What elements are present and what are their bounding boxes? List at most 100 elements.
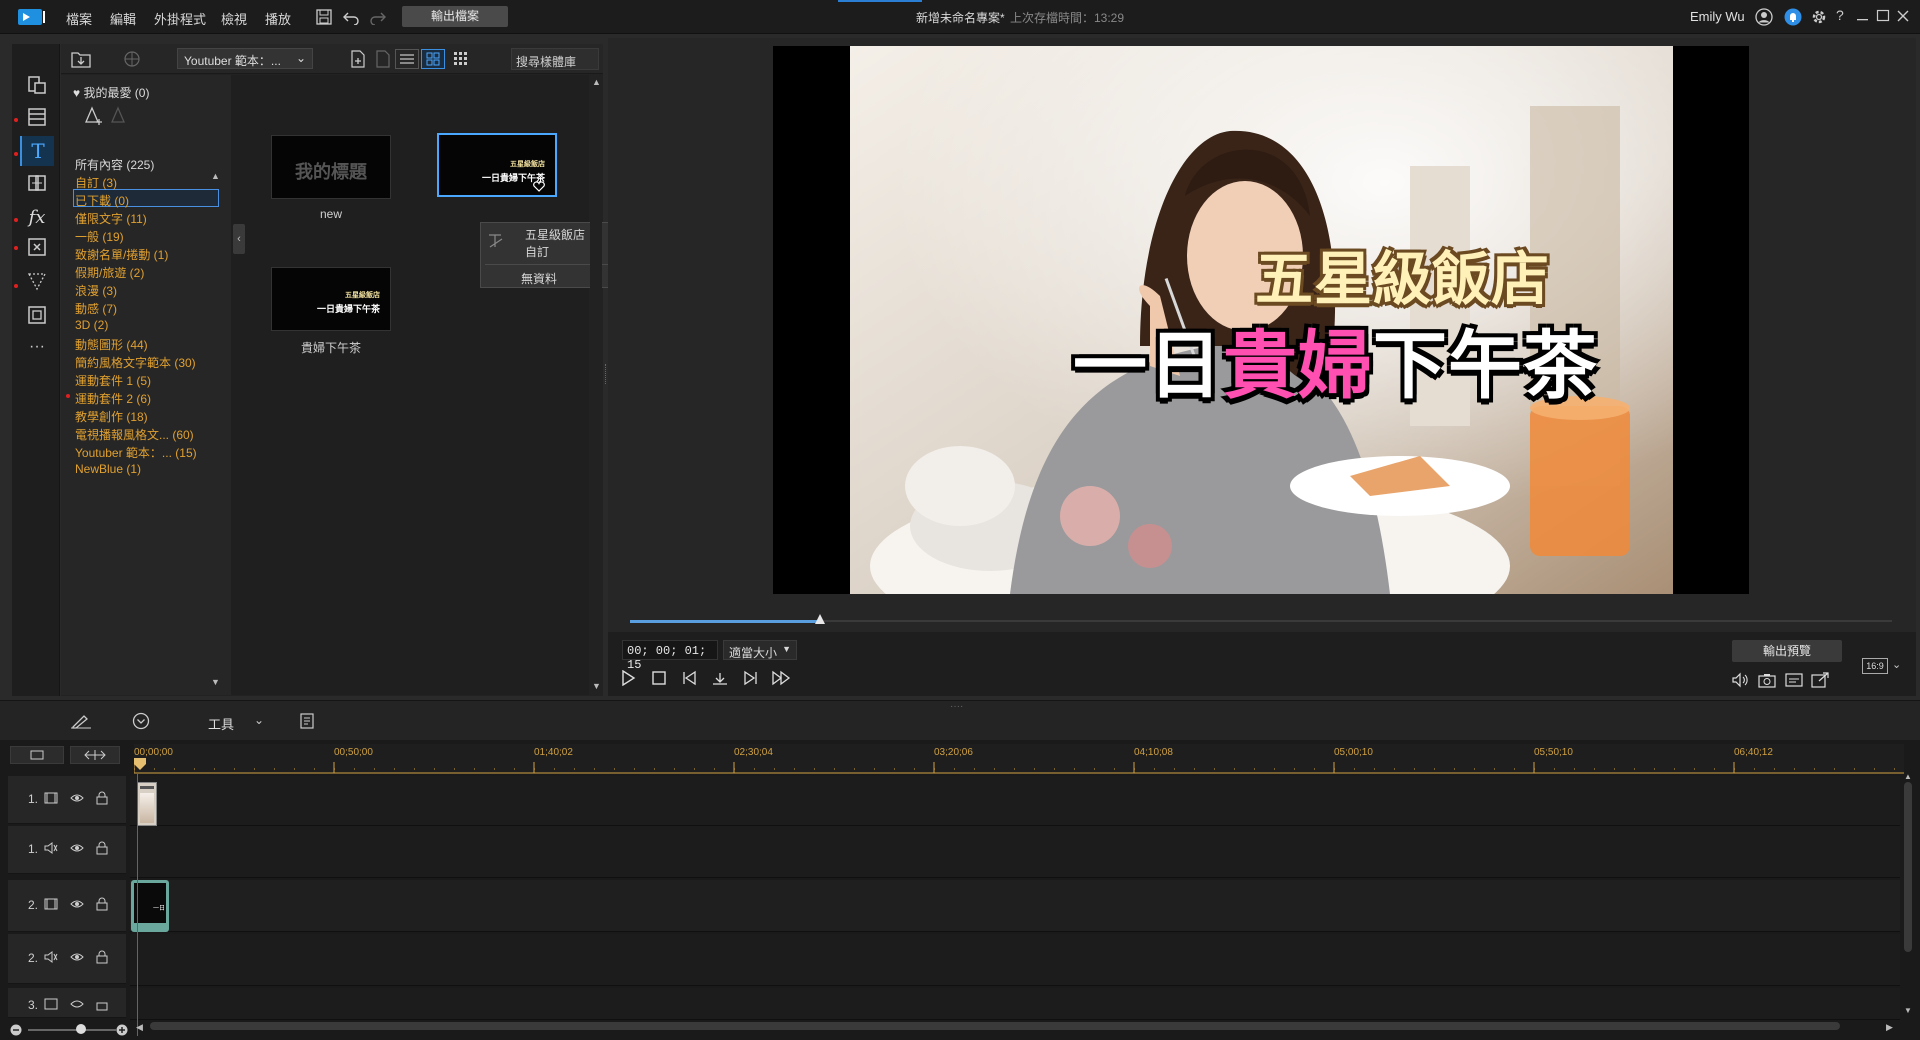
- playhead-marker-icon[interactable]: [134, 758, 146, 770]
- close-icon[interactable]: [1896, 8, 1910, 24]
- edit-title-icon[interactable]: [374, 50, 392, 68]
- zoom-select[interactable]: 適當大小 ▼: [723, 640, 797, 660]
- panel-resize-grip[interactable]: ····: [950, 701, 963, 712]
- snapshot-camera-icon[interactable]: [1758, 672, 1776, 688]
- tree-item-general[interactable]: 一般 (19): [75, 228, 124, 245]
- template-thumb-hotel[interactable]: 五星級飯店 一日貴婦下午茶: [437, 133, 557, 197]
- template-room-icon[interactable]: [20, 102, 54, 132]
- split-icon[interactable]: [711, 670, 729, 686]
- lock-icon[interactable]: [96, 997, 108, 1011]
- zoom-in-icon[interactable]: [116, 1024, 128, 1036]
- subtitle-icon[interactable]: [1785, 672, 1803, 688]
- remove-tag-icon[interactable]: [109, 105, 131, 127]
- timeline-list-icon[interactable]: [298, 712, 316, 730]
- media-room-icon[interactable]: [20, 70, 54, 100]
- import-media-icon[interactable]: [71, 50, 91, 68]
- collapse-tree-button[interactable]: ‹: [233, 224, 245, 254]
- menu-view[interactable]: 檢視: [221, 9, 247, 28]
- edit-pencil-icon[interactable]: [70, 713, 92, 729]
- tree-item-downloaded[interactable]: 已下載 (0): [75, 192, 129, 209]
- visibility-eye-icon[interactable]: [70, 998, 84, 1010]
- tree-scrollbar[interactable]: ▲ ▼: [211, 171, 221, 691]
- volume-icon[interactable]: [1731, 672, 1749, 688]
- panel-splitter[interactable]: [605, 364, 607, 384]
- visibility-eye-icon[interactable]: [70, 792, 84, 804]
- pip-room-icon[interactable]: [20, 232, 54, 262]
- lock-icon[interactable]: [96, 950, 108, 964]
- title-room-icon[interactable]: T: [20, 136, 54, 166]
- redo-icon[interactable]: [370, 9, 386, 25]
- notification-icon[interactable]: [1784, 8, 1802, 26]
- track-row-video-3[interactable]: [130, 988, 1900, 1020]
- aspect-chevron-icon[interactable]: ⌄: [1892, 658, 1901, 671]
- tree-item-3d[interactable]: 3D (2): [75, 318, 108, 332]
- visibility-eye-icon[interactable]: [70, 951, 84, 963]
- template-thumb-new[interactable]: 我的標題: [271, 135, 391, 199]
- timeline-vertical-scrollbar[interactable]: [1904, 782, 1912, 952]
- download-templates-icon[interactable]: [123, 50, 141, 68]
- scroll-down-icon[interactable]: ▼: [1904, 1006, 1912, 1015]
- export-preview-button[interactable]: 輸出預覽: [1732, 640, 1842, 662]
- menu-playback[interactable]: 播放: [265, 9, 291, 28]
- add-title-icon[interactable]: [349, 50, 367, 68]
- favorites-item[interactable]: ♥ 我的最愛 (0): [73, 84, 149, 101]
- transition-room-icon[interactable]: [20, 168, 54, 198]
- tree-item-custom[interactable]: 自訂 (3): [75, 174, 117, 191]
- scroll-left-icon[interactable]: ◀: [136, 1022, 143, 1033]
- stop-icon[interactable]: [651, 670, 667, 686]
- video-clip[interactable]: [137, 782, 157, 826]
- tree-item-text-only[interactable]: 僅限文字 (11): [75, 210, 147, 227]
- overlay-title-line1[interactable]: 五星級飯店: [1255, 232, 1550, 316]
- library-search-input[interactable]: 搜尋樣體庫: [511, 48, 599, 70]
- tree-item-motion-graphics[interactable]: 動態圖形 (44): [75, 336, 148, 353]
- fast-forward-icon[interactable]: [771, 670, 791, 686]
- zoom-slider-handle[interactable]: [76, 1024, 86, 1034]
- scroll-up-icon[interactable]: ▲: [1904, 772, 1912, 781]
- track-row-video-2[interactable]: [130, 880, 1900, 932]
- video-preview[interactable]: 五星級飯店 一日貴婦下午茶: [773, 46, 1749, 594]
- effect-room-icon[interactable]: fx: [20, 202, 54, 232]
- tree-item-newblue[interactable]: NewBlue (1): [75, 462, 141, 476]
- keyframe-circle-icon[interactable]: [132, 712, 150, 730]
- minimize-icon[interactable]: [1856, 8, 1870, 24]
- user-name[interactable]: Emily Wu: [1690, 9, 1745, 24]
- scrub-handle[interactable]: [815, 614, 825, 626]
- category-select[interactable]: Youtuber 範本：... ⌄: [177, 48, 313, 69]
- menu-plugins[interactable]: 外掛程式: [154, 9, 206, 28]
- export-file-button[interactable]: 輸出檔案: [402, 6, 508, 27]
- overlay-title-line2[interactable]: 一日貴婦下午茶: [1073, 306, 1598, 413]
- tree-item-travel[interactable]: 假期/旅遊 (2): [75, 264, 144, 281]
- tree-item-minimal[interactable]: 簡約風格文字範本 (30): [75, 354, 196, 371]
- visibility-eye-icon[interactable]: [70, 898, 84, 910]
- timecode-display[interactable]: 00; 00; 01; 15: [622, 640, 718, 672]
- tree-item-sports-2[interactable]: 運動套件 2 (6): [75, 390, 151, 407]
- lock-icon[interactable]: [96, 791, 108, 805]
- template-thumb-tea[interactable]: 五星級飯店 一日貴婦下午茶: [271, 267, 391, 331]
- track-row-audio-2[interactable]: [130, 934, 1900, 986]
- undock-icon[interactable]: [1811, 672, 1829, 688]
- menu-file[interactable]: 檔案: [66, 9, 92, 28]
- details-view-icon[interactable]: [395, 49, 419, 69]
- tree-item-sports-1[interactable]: 運動套件 1 (5): [75, 372, 151, 389]
- tools-menu-label[interactable]: 工具: [208, 714, 234, 733]
- track-row-audio-1[interactable]: [130, 826, 1900, 878]
- small-thumbnail-view-icon[interactable]: [453, 51, 469, 67]
- time-ruler[interactable]: 00;00;00 00;50;00 01;40;02 02;30;04 03;2…: [134, 744, 1904, 774]
- visibility-eye-icon[interactable]: [70, 842, 84, 854]
- tree-item-all[interactable]: 所有內容 (225): [75, 156, 154, 173]
- save-icon[interactable]: [316, 9, 332, 25]
- tree-item-romance[interactable]: 浪漫 (3): [75, 282, 117, 299]
- settings-gear-icon[interactable]: [1810, 8, 1828, 26]
- timeline-horizontal-scrollbar[interactable]: [150, 1022, 1840, 1030]
- maximize-icon[interactable]: [1876, 8, 1890, 24]
- tree-item-tutorial[interactable]: 教學創作 (18): [75, 408, 148, 425]
- play-icon[interactable]: [620, 670, 636, 686]
- tree-item-dynamic[interactable]: 動感 (7): [75, 300, 117, 317]
- particle-room-icon[interactable]: [20, 266, 54, 296]
- track-row-video-1[interactable]: [130, 776, 1900, 826]
- lock-icon[interactable]: [96, 897, 108, 911]
- playhead-line[interactable]: [137, 774, 138, 1036]
- tree-item-credits[interactable]: 致謝名單/捲動 (1): [75, 246, 168, 263]
- account-icon[interactable]: [1755, 8, 1773, 26]
- next-frame-icon[interactable]: [742, 670, 758, 686]
